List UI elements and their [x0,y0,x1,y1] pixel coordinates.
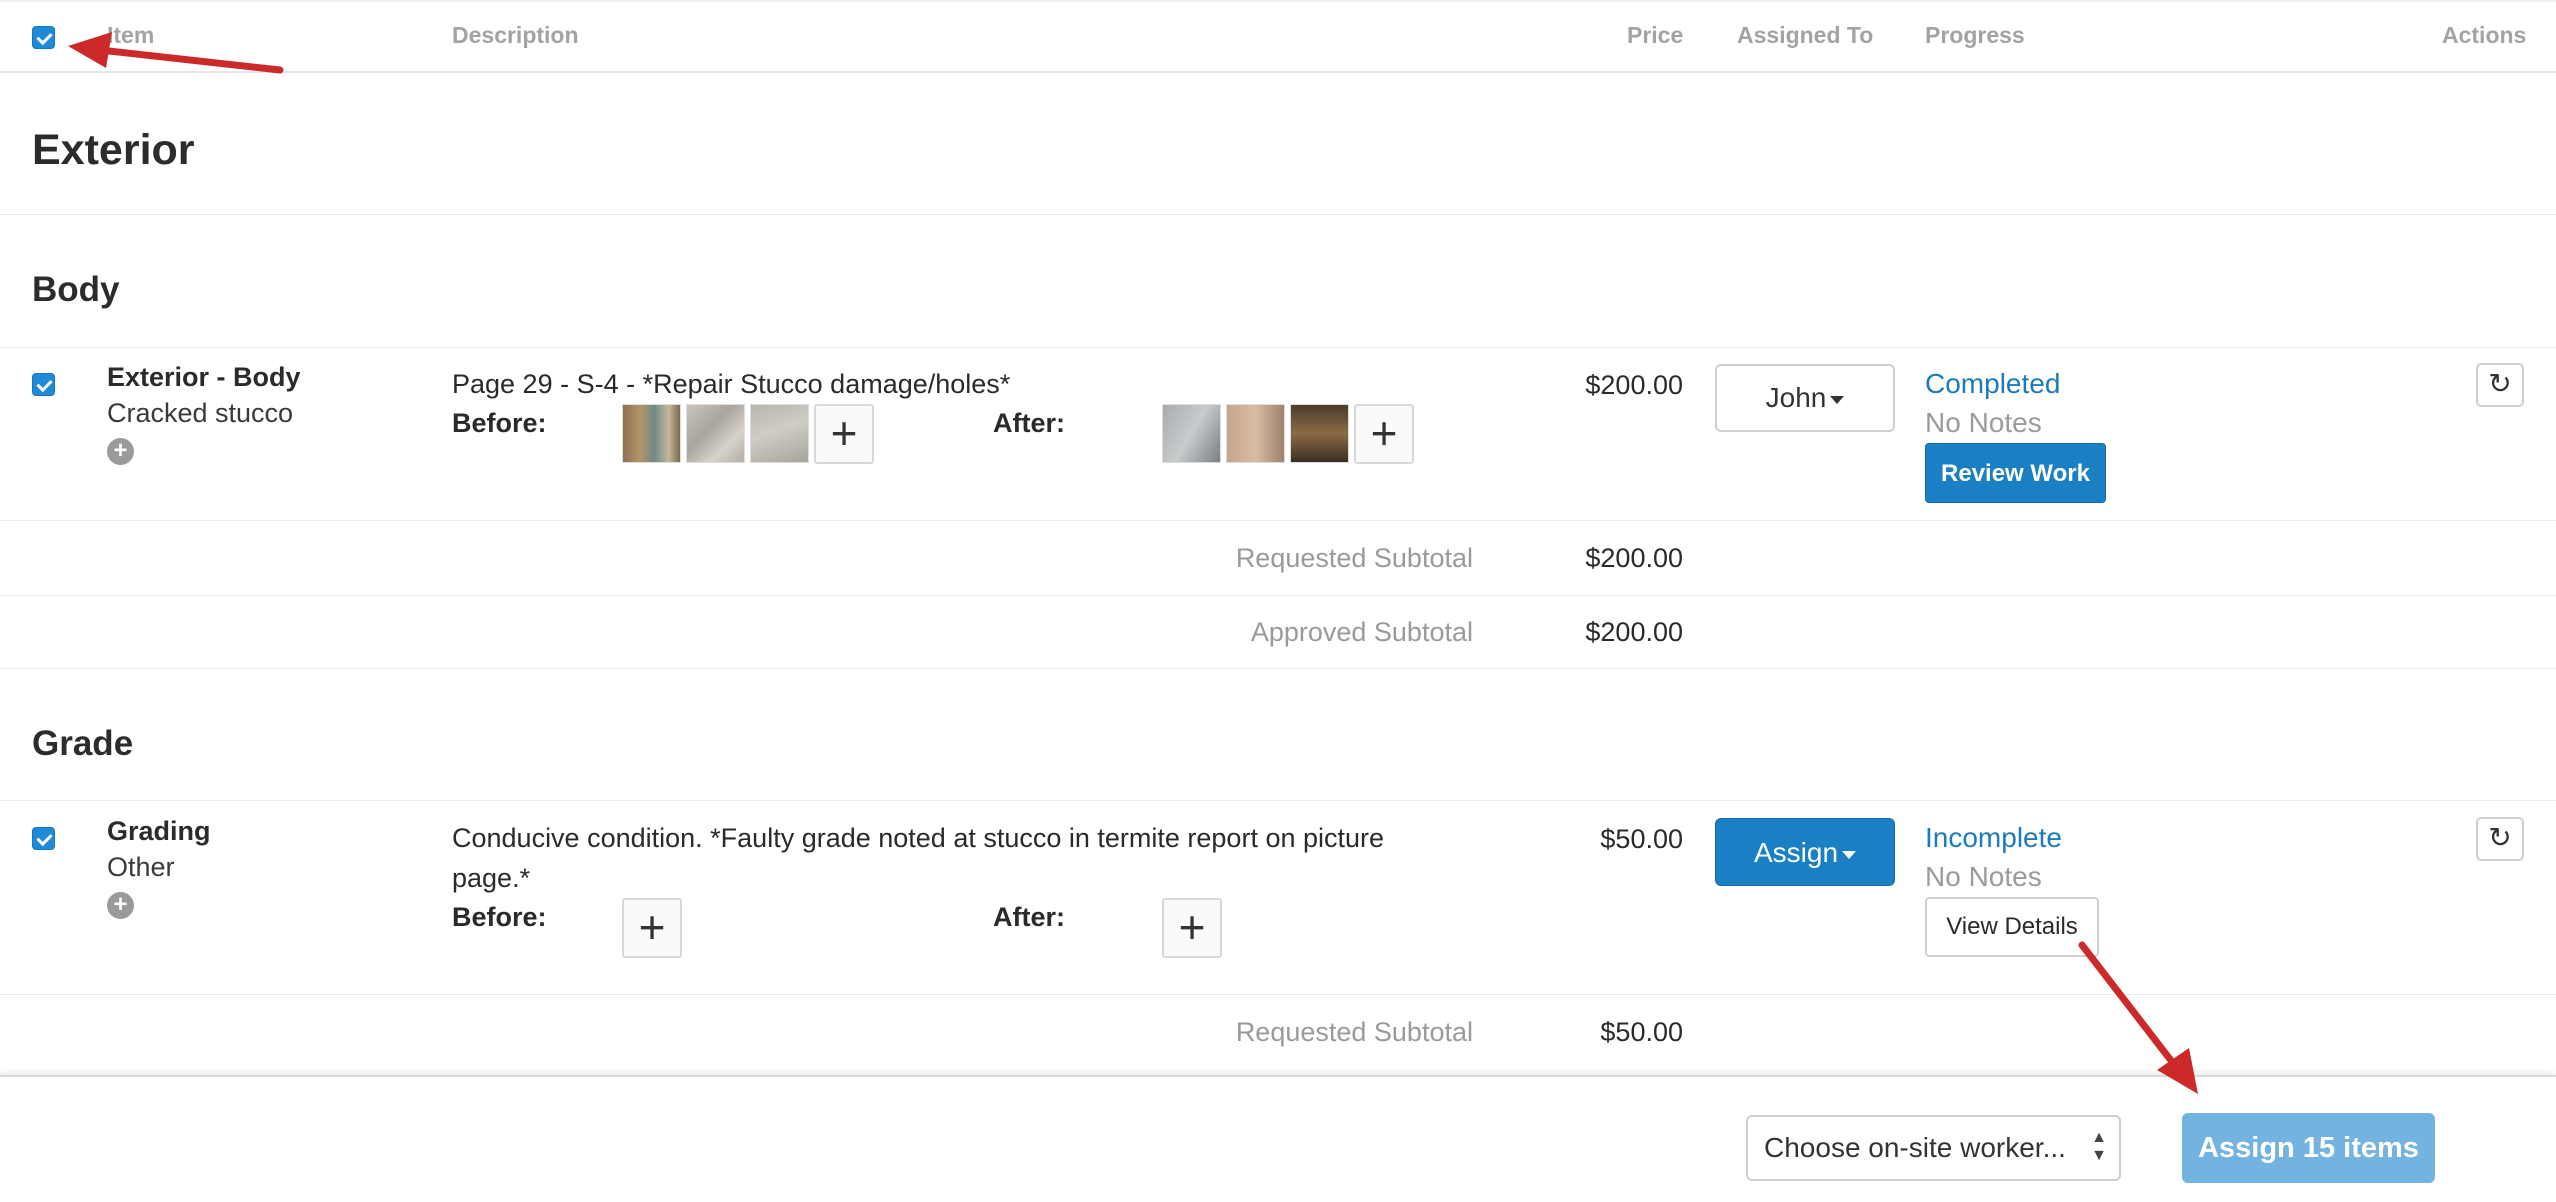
status-link[interactable]: Completed [1925,368,2060,400]
add-after-photo-button[interactable]: + [1162,898,1222,958]
assign-dropdown-button[interactable]: Assign [1715,818,1895,886]
before-photo-thumbnail[interactable] [750,404,809,463]
notes-text: No Notes [1925,861,2042,892]
section-title: Exterior [32,126,195,174]
before-label: Before: [452,902,547,932]
divider [0,800,2556,801]
assignee-name: John [1765,382,1827,413]
before-photo-thumbnail[interactable] [622,404,681,463]
after-photo-thumbnail[interactable] [1162,404,1221,463]
column-progress: Progress [1925,22,2025,48]
after-photo-thumbnail[interactable] [1226,404,1285,463]
item-title: Grading [107,816,211,846]
refresh-icon[interactable]: ↻ [2476,817,2524,861]
row-checkbox[interactable] [32,827,55,850]
divider [0,668,2556,669]
before-label: Before: [452,408,547,438]
assignee-dropdown-button[interactable]: John [1715,364,1895,432]
divider [0,994,2556,995]
table-header: Item Description Price Assigned To Progr… [0,0,2556,73]
item-subtitle: Cracked stucco [107,398,294,428]
caret-down-icon [1842,850,1857,859]
view-details-button[interactable]: View Details [1925,897,2099,957]
column-assigned-to: Assigned To [1737,22,1874,48]
expand-plus-icon[interactable]: + [107,892,134,919]
add-before-photo-button[interactable]: + [622,898,682,958]
after-photo-thumbnail[interactable] [1290,404,1349,463]
column-description: Description [452,22,579,48]
requested-subtotal-value: $50.00 [1600,1017,1683,1047]
column-item: Item [107,22,155,48]
caret-down-icon [1830,395,1845,404]
item-description-line2: page.* [452,863,531,893]
refresh-icon[interactable]: ↻ [2476,363,2524,407]
notes-text: No Notes [1925,407,2042,438]
before-photo-thumbnail[interactable] [686,404,745,463]
item-price: $200.00 [1585,370,1683,400]
divider [0,214,2556,215]
add-before-photo-button[interactable]: + [814,404,874,464]
row-checkbox[interactable] [32,373,55,396]
after-label: After: [993,902,1065,932]
item-title: Exterior - Body [107,362,301,392]
annotation-arrow-shaft [2078,941,2180,1071]
assign-items-button[interactable]: Assign 15 items [2182,1113,2435,1183]
requested-subtotal-label: Requested Subtotal [1235,543,1473,573]
column-actions: Actions [2442,22,2527,48]
divider [0,595,2556,596]
column-price: Price [1627,22,1684,48]
group-title-grade: Grade [32,724,134,763]
bulk-assign-footer: Choose on-site worker... ▲ ▼ Assign 15 it… [0,1075,2556,1202]
worker-select[interactable]: Choose on-site worker... ▲ ▼ [1746,1115,2121,1181]
review-work-button[interactable]: Review Work [1925,443,2106,503]
approved-subtotal-label: Approved Subtotal [1250,617,1473,647]
select-arrows-icon: ▲ ▼ [2091,1129,2107,1164]
requested-subtotal-label: Requested Subtotal [1235,1017,1473,1047]
group-title-body: Body [32,270,120,309]
after-label: After: [993,408,1065,438]
select-all-checkbox[interactable] [32,26,55,49]
add-after-photo-button[interactable]: + [1354,404,1414,464]
status-link[interactable]: Incomplete [1925,822,2062,854]
item-subtitle: Other [107,852,175,882]
item-description: Page 29 - S-4 - *Repair Stucco damage/ho… [452,369,1011,399]
assign-label: Assign [1753,837,1839,868]
expand-plus-icon[interactable]: + [107,438,134,465]
divider [0,347,2556,348]
item-description-line1: Conducive condition. *Faulty grade noted… [452,823,1385,853]
item-price: $50.00 [1600,824,1683,854]
divider [0,520,2556,521]
requested-subtotal-value: $200.00 [1585,543,1683,573]
approved-subtotal-value: $200.00 [1585,617,1683,647]
worker-select-value: Choose on-site worker... [1764,1132,2066,1163]
